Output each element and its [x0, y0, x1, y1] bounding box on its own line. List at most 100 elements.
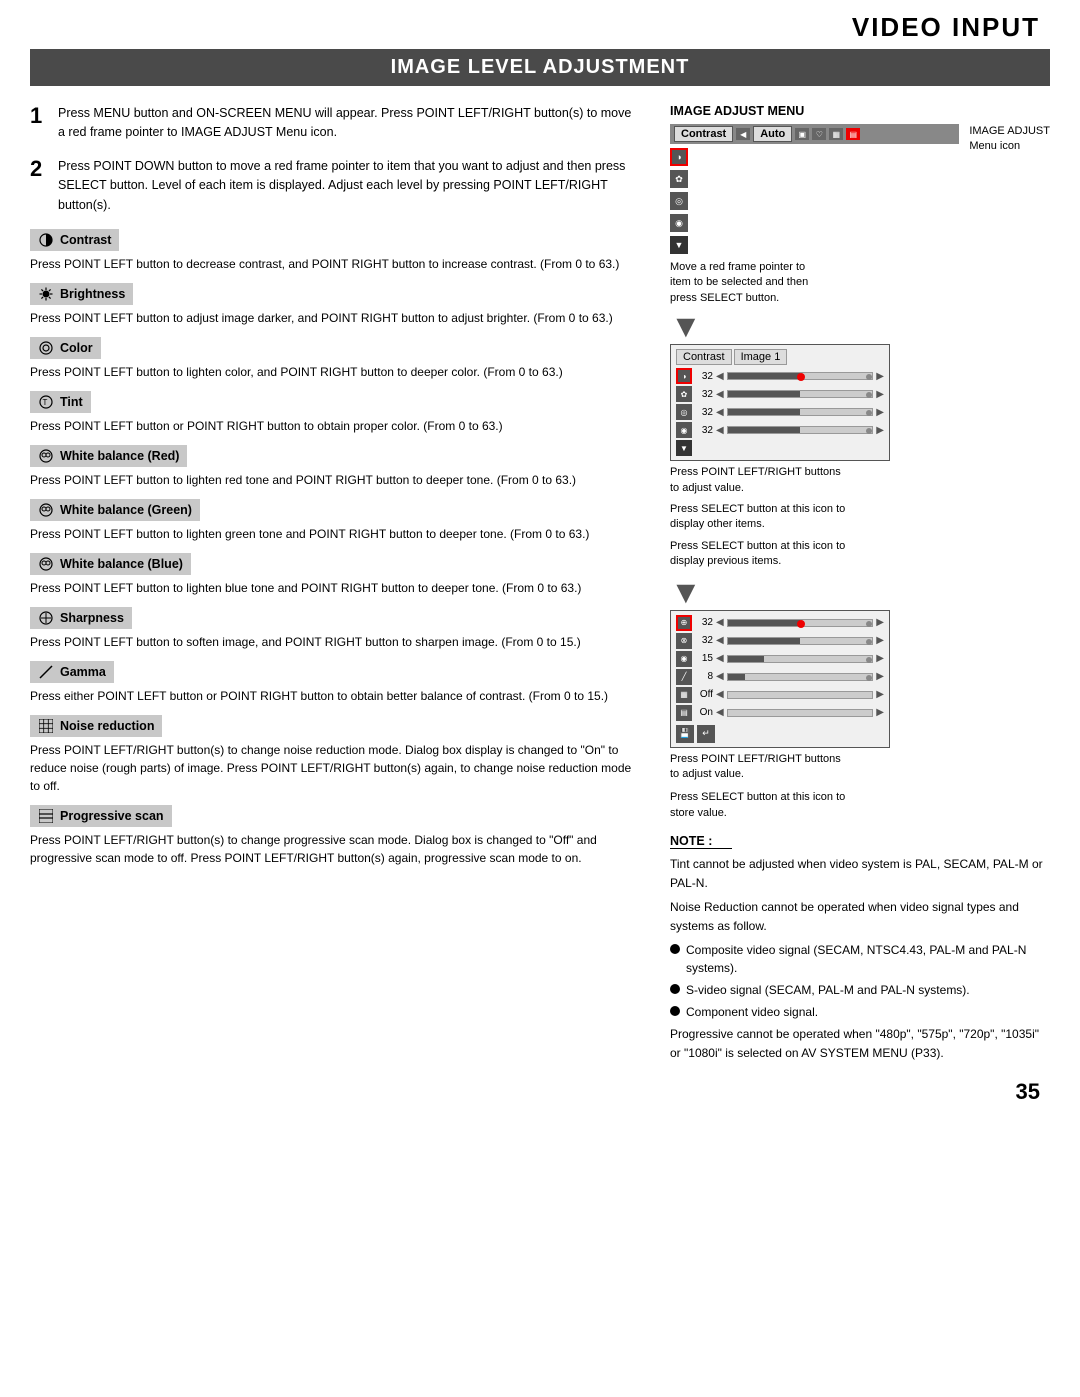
slider-arr-r2: ▶ [876, 389, 884, 400]
wb-blue-icon [38, 556, 54, 572]
page-footer: 35 [0, 1069, 1080, 1115]
slider-icon-2: ✿ [676, 386, 692, 402]
bslider-val-2: 32 [695, 635, 713, 646]
arrow-down-1: ▼ [670, 310, 1050, 342]
bslider-bar-3 [727, 655, 874, 663]
bullet-icon-3 [670, 1006, 680, 1016]
bslider-icon-3: ◉ [676, 651, 692, 667]
right-column: IMAGE ADJUST MENU Contrast ◀ Auto ▣ ♡ ▦ … [670, 104, 1050, 1069]
wb-green-desc: Press POINT LEFT button to lighten green… [30, 525, 640, 543]
gamma-icon [38, 664, 54, 680]
slider-end-3 [866, 410, 872, 416]
slider-arr-r1: ▶ [876, 371, 884, 382]
bslider-bar-4 [727, 673, 874, 681]
bslider-row-1: ⊕ 32 ◀ ▶ [676, 615, 884, 631]
sharpness-label: Sharpness [60, 611, 124, 625]
arrow-down-2: ▼ [670, 576, 1050, 608]
noise-reduction-icon [38, 718, 54, 734]
bslider-val-4: 8 [695, 671, 713, 682]
progressive-scan-icon [38, 808, 54, 824]
bullet-icon-1 [670, 944, 680, 954]
feature-wb-red: White balance (Red) Press POINT LEFT but… [30, 445, 640, 489]
color-label: Color [60, 341, 93, 355]
feature-brightness: Brightness Press POINT LEFT button to ad… [30, 283, 640, 327]
menu-icon4-active: ▤ [846, 128, 860, 140]
bullet-text-2: S-video signal (SECAM, PAL-M and PAL-N s… [686, 981, 970, 999]
slider-fill-3 [728, 409, 800, 415]
contrast-desc: Press POINT LEFT button to decrease cont… [30, 255, 640, 273]
slider-end-1 [866, 374, 872, 380]
sharpness-icon [38, 610, 54, 626]
wb-red-icon [38, 448, 54, 464]
contrast-tab-mid: Contrast [676, 349, 732, 365]
wb-blue-desc: Press POINT LEFT button to lighten blue … [30, 579, 640, 597]
step-1: 1 Press MENU button and ON-SCREEN MENU w… [30, 104, 640, 143]
bslider-fill-4 [728, 674, 745, 680]
bslider-fill-1 [728, 620, 800, 626]
tint-desc: Press POINT LEFT button or POINT RIGHT b… [30, 417, 640, 435]
slider-arr-r4: ▶ [876, 425, 884, 436]
menu-icon1: ▣ [795, 128, 809, 140]
bslider-row-2: ⊗ 32 ◀ ▶ [676, 633, 884, 649]
main-content: 1 Press MENU button and ON-SCREEN MENU w… [30, 86, 1050, 1069]
slider-icon-3: ◎ [676, 404, 692, 420]
bslider-bar-2 [727, 637, 874, 645]
bslider-arr-r2: ▶ [876, 635, 884, 646]
slider-arr-l4: ◀ [716, 425, 724, 436]
color-icon [38, 340, 54, 356]
image1-tab-mid: Image 1 [734, 349, 788, 365]
page-title: VIDEO INPUT [40, 12, 1040, 43]
step-2: 2 Press POINT DOWN button to move a red … [30, 157, 640, 215]
bslider-arr-l3: ◀ [716, 653, 724, 664]
contrast-tab: Contrast [674, 126, 733, 142]
slider-bar-2 [727, 390, 874, 398]
bslider-bar-1 [727, 619, 874, 627]
contrast-label: Contrast [60, 233, 111, 247]
progressive-scan-desc: Press POINT LEFT/RIGHT button(s) to chan… [30, 831, 640, 867]
section-title: IMAGE LEVEL ADJUSTMENT [30, 56, 1050, 79]
tint-icon: T [38, 394, 54, 410]
bslider-arr-l2: ◀ [716, 635, 724, 646]
side-icon-2: ✿ [670, 170, 688, 188]
slider-end-4 [866, 428, 872, 434]
annotation6: Press SELECT button at this icon tostore… [670, 790, 1050, 821]
annotation1: Move a red frame pointer toitem to be se… [670, 260, 1050, 306]
slider-row-1: ◑ 32 ◀ ▶ [676, 368, 884, 384]
bslider-arr-r6: ▶ [876, 707, 884, 718]
bslider-icon-6: ▤ [676, 705, 692, 721]
feature-wb-blue: White balance (Blue) Press POINT LEFT bu… [30, 553, 640, 597]
bottom-menu-box: ⊕ 32 ◀ ▶ ⊗ 32 ◀ ▶ [670, 610, 890, 748]
feature-contrast: Contrast Press POINT LEFT button to decr… [30, 229, 640, 273]
image-adjust-menu-title: IMAGE ADJUST MENU [670, 104, 1050, 118]
bslider-val-5: Off [695, 689, 713, 700]
noise-reduction-desc: Press POINT LEFT/RIGHT button(s) to chan… [30, 741, 640, 795]
top-menu-area: Contrast ◀ Auto ▣ ♡ ▦ ▤ ◑ ✿ [670, 124, 1050, 256]
slider-val-3: 32 [695, 407, 713, 418]
page-number: 35 [1016, 1079, 1040, 1104]
note-bullet-2: S-video signal (SECAM, PAL-M and PAL-N s… [670, 981, 1050, 999]
image-adjust-label: IMAGE ADJUSTMenu icon [969, 124, 1050, 155]
slider-row-2: ✿ 32 ◀ ▶ [676, 386, 884, 402]
store-icon2: ↵ [697, 725, 715, 743]
bslider-icon-1: ⊕ [676, 615, 692, 631]
menu-icon3: ▦ [829, 128, 843, 140]
bslider-val-3: 15 [695, 653, 713, 664]
page-header: VIDEO INPUT [0, 0, 1080, 49]
side-icon-3: ◎ [670, 192, 688, 210]
slider-bar-3 [727, 408, 874, 416]
tint-label: Tint [60, 395, 83, 409]
bslider-icon-4: ╱ [676, 669, 692, 685]
bslider-bar-5 [727, 691, 874, 699]
store-icon1: 💾 [676, 725, 694, 743]
bslider-fill-3 [728, 656, 764, 662]
slider-dot-1 [797, 373, 805, 381]
slider-fill-2 [728, 391, 800, 397]
bslider-arr-l1: ◀ [716, 617, 724, 628]
noise-reduction-label: Noise reduction [60, 719, 154, 733]
slider-arr-l1: ◀ [716, 371, 724, 382]
wb-green-label: White balance (Green) [60, 503, 192, 517]
slider-arr-l2: ◀ [716, 389, 724, 400]
feature-progressive-scan: Progressive scan Press POINT LEFT/RIGHT … [30, 805, 640, 867]
slider-icon-1: ◑ [676, 368, 692, 384]
note-text3: Progressive cannot be operated when "480… [670, 1025, 1050, 1062]
